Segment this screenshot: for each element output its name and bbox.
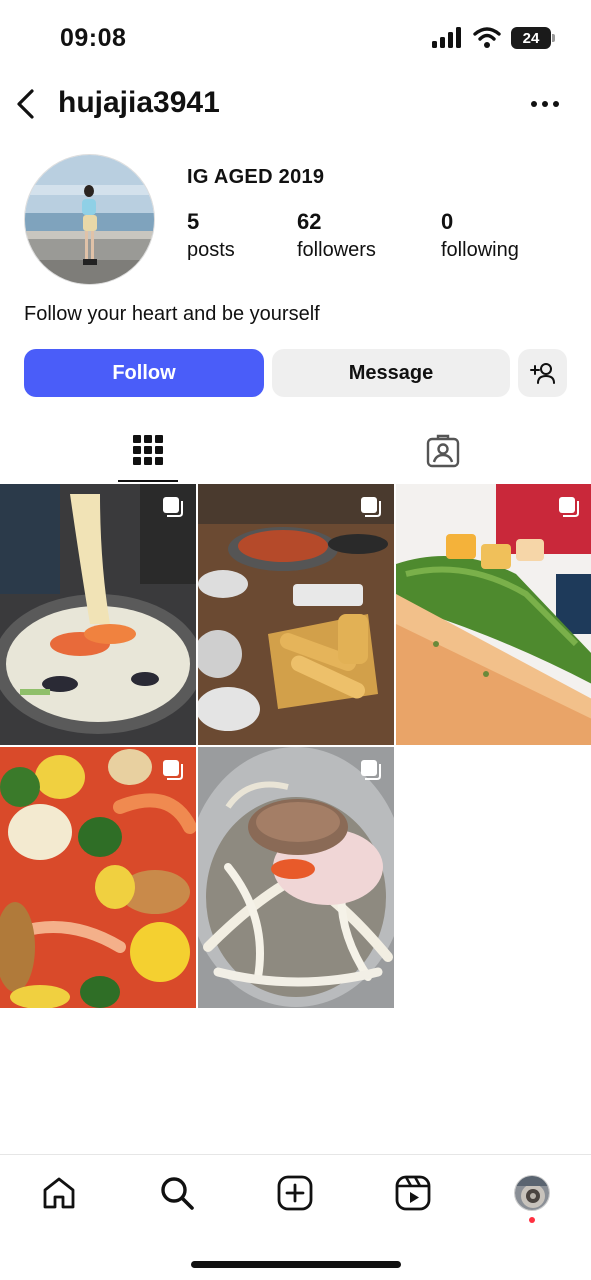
multiple-posts-icon xyxy=(361,497,381,517)
nav-create[interactable] xyxy=(275,1173,315,1213)
status-icons: 24 xyxy=(431,27,555,49)
create-icon xyxy=(277,1175,313,1211)
post-thumbnail[interactable] xyxy=(0,484,196,745)
profile-avatar xyxy=(514,1175,550,1211)
stat-followers[interactable]: 62 followers xyxy=(297,208,376,264)
search-icon xyxy=(161,1177,194,1210)
stat-following-value: 0 xyxy=(441,209,454,234)
profile-tabs xyxy=(0,420,591,484)
reels-icon xyxy=(395,1175,431,1211)
nav-profile[interactable] xyxy=(512,1173,552,1213)
nav-reels[interactable] xyxy=(393,1173,433,1213)
post-thumbnail[interactable] xyxy=(198,747,394,1008)
battery-icon: 24 xyxy=(511,27,555,49)
wifi-icon xyxy=(473,27,501,48)
more-horizontal-icon xyxy=(531,101,559,107)
multiple-posts-icon xyxy=(163,497,183,517)
tab-tagged[interactable] xyxy=(413,420,473,482)
grid-icon xyxy=(133,435,163,465)
tab-posts-grid[interactable] xyxy=(118,420,178,482)
post-thumbnail[interactable] xyxy=(198,484,394,745)
suggested-users-button[interactable] xyxy=(518,349,567,397)
home-indicator[interactable] xyxy=(191,1261,401,1268)
profile-bio: Follow your heart and be yourself xyxy=(24,303,320,325)
stat-following-label: following xyxy=(441,239,519,261)
stat-followers-label: followers xyxy=(297,239,376,261)
post-thumbnail[interactable] xyxy=(396,484,591,745)
message-button[interactable]: Message xyxy=(272,349,510,397)
multiple-posts-icon xyxy=(361,760,381,780)
notification-dot xyxy=(529,1217,535,1223)
profile-header: hujajia3941 xyxy=(0,78,591,134)
back-button[interactable] xyxy=(8,84,44,124)
nav-search[interactable] xyxy=(157,1173,197,1213)
stat-posts[interactable]: 5 posts xyxy=(187,208,235,264)
multiple-posts-icon xyxy=(163,760,183,780)
add-person-icon xyxy=(529,363,555,384)
signal-icon xyxy=(432,27,461,48)
tagged-icon xyxy=(426,434,460,468)
post-thumbnail[interactable] xyxy=(0,747,196,1008)
stat-following[interactable]: 0 following xyxy=(441,208,519,264)
more-options-button[interactable] xyxy=(525,86,565,122)
stat-posts-label: posts xyxy=(187,239,235,261)
battery-level: 24 xyxy=(522,29,540,47)
chevron-left-icon xyxy=(17,89,34,119)
stat-followers-value: 62 xyxy=(297,209,322,234)
nav-home[interactable] xyxy=(39,1173,79,1213)
profile-display-name: IG AGED 2019 xyxy=(187,166,325,188)
follow-button[interactable]: Follow xyxy=(24,349,264,397)
header-username: hujajia3941 xyxy=(58,86,220,119)
home-icon xyxy=(43,1177,75,1209)
multiple-posts-icon xyxy=(559,497,579,517)
profile-avatar[interactable] xyxy=(24,154,155,285)
stat-posts-value: 5 xyxy=(187,209,200,234)
status-bar: 09:08 24 xyxy=(0,0,591,78)
status-time: 09:08 xyxy=(60,24,127,52)
